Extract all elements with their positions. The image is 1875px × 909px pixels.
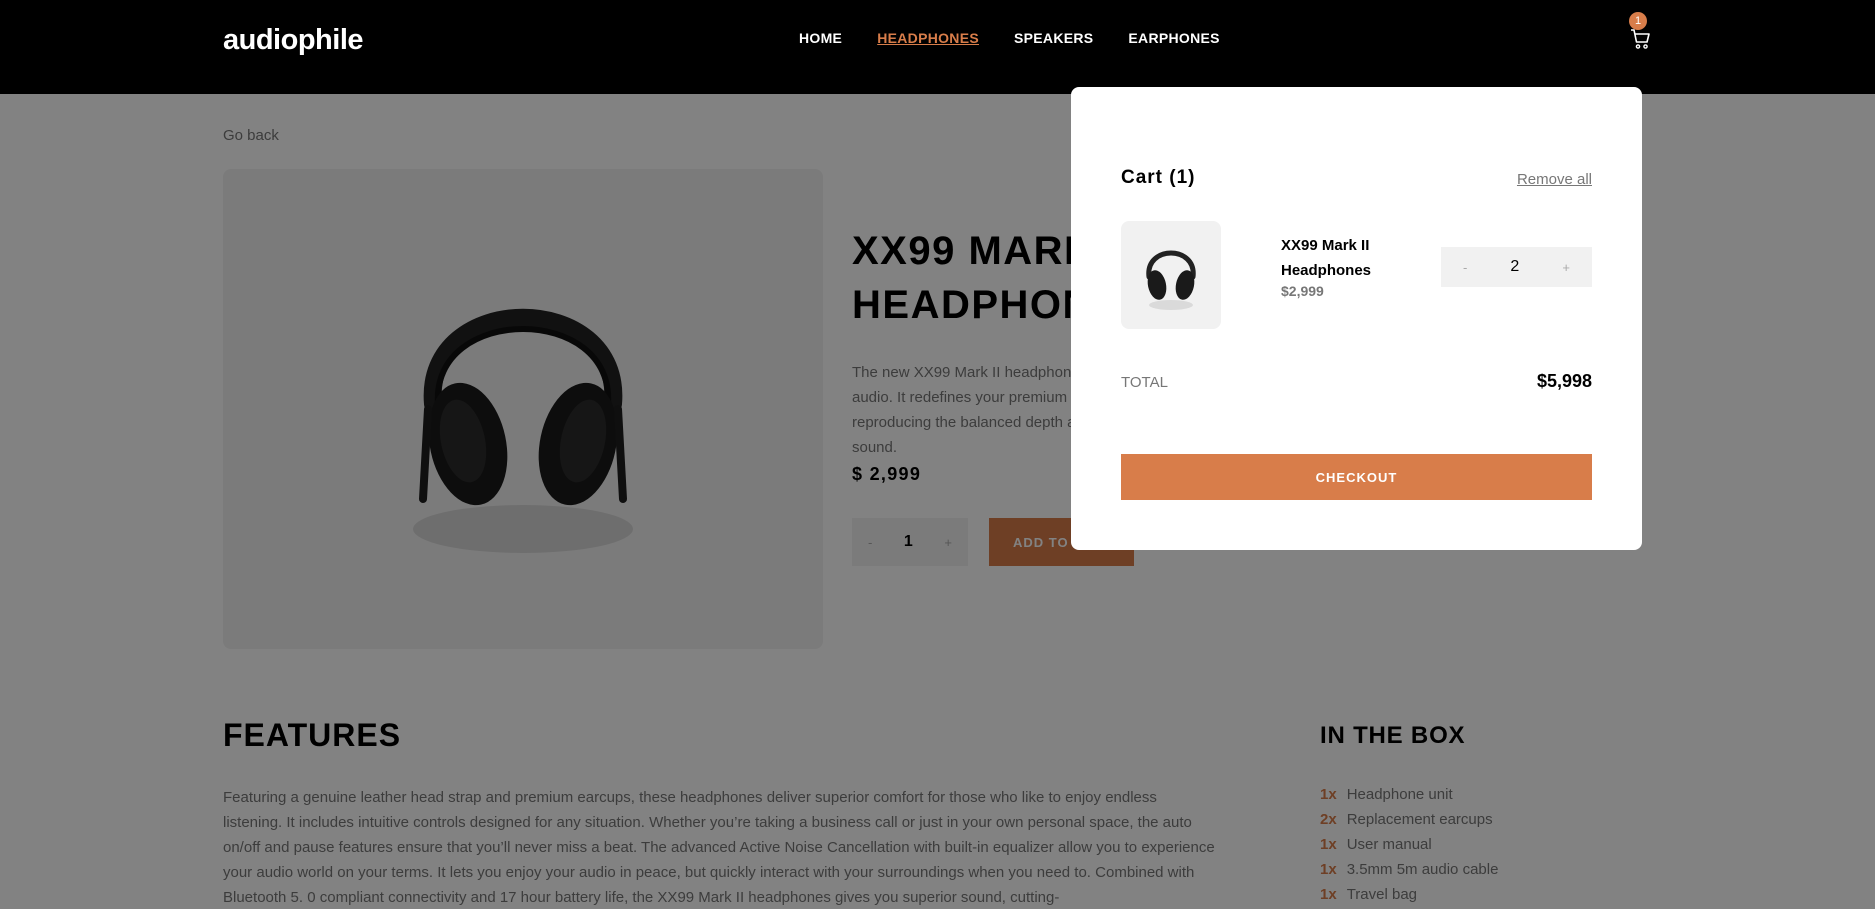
nav-speakers[interactable]: SPEAKERS (1014, 30, 1093, 46)
decrement-button[interactable]: - (1463, 260, 1467, 275)
cart-item-price: $2,999 (1281, 283, 1324, 299)
logo[interactable]: audiophile (223, 24, 364, 57)
cart-quantity-stepper: - 2 + (1441, 247, 1592, 287)
cart-item-thumbnail (1121, 221, 1221, 329)
cart-icon[interactable] (1630, 28, 1650, 50)
checkout-button[interactable]: CHECKOUT (1121, 454, 1592, 500)
remove-all-button[interactable]: Remove all (1517, 171, 1592, 188)
nav-headphones[interactable]: HEADPHONES (877, 30, 979, 46)
cart-modal: Cart (1) Remove all XX99 Mark II Headpho… (1071, 87, 1642, 550)
cart-title: Cart (1) (1121, 167, 1196, 188)
site-header: audiophile HOME HEADPHONES SPEAKERS EARP… (0, 0, 1875, 94)
increment-button[interactable]: + (1562, 260, 1570, 275)
main-nav: HOME HEADPHONES SPEAKERS EARPHONES (799, 30, 1220, 46)
cart-item-name: XX99 Mark II Headphones (1281, 237, 1372, 279)
total-value: $5,998 (1536, 371, 1592, 391)
quantity-value: 2 (1510, 258, 1520, 275)
nav-earphones[interactable]: EARPHONES (1128, 30, 1219, 46)
headphones-image (1146, 250, 1196, 310)
nav-home[interactable]: HOME (799, 30, 842, 46)
total-label: TOTAL (1121, 374, 1168, 391)
